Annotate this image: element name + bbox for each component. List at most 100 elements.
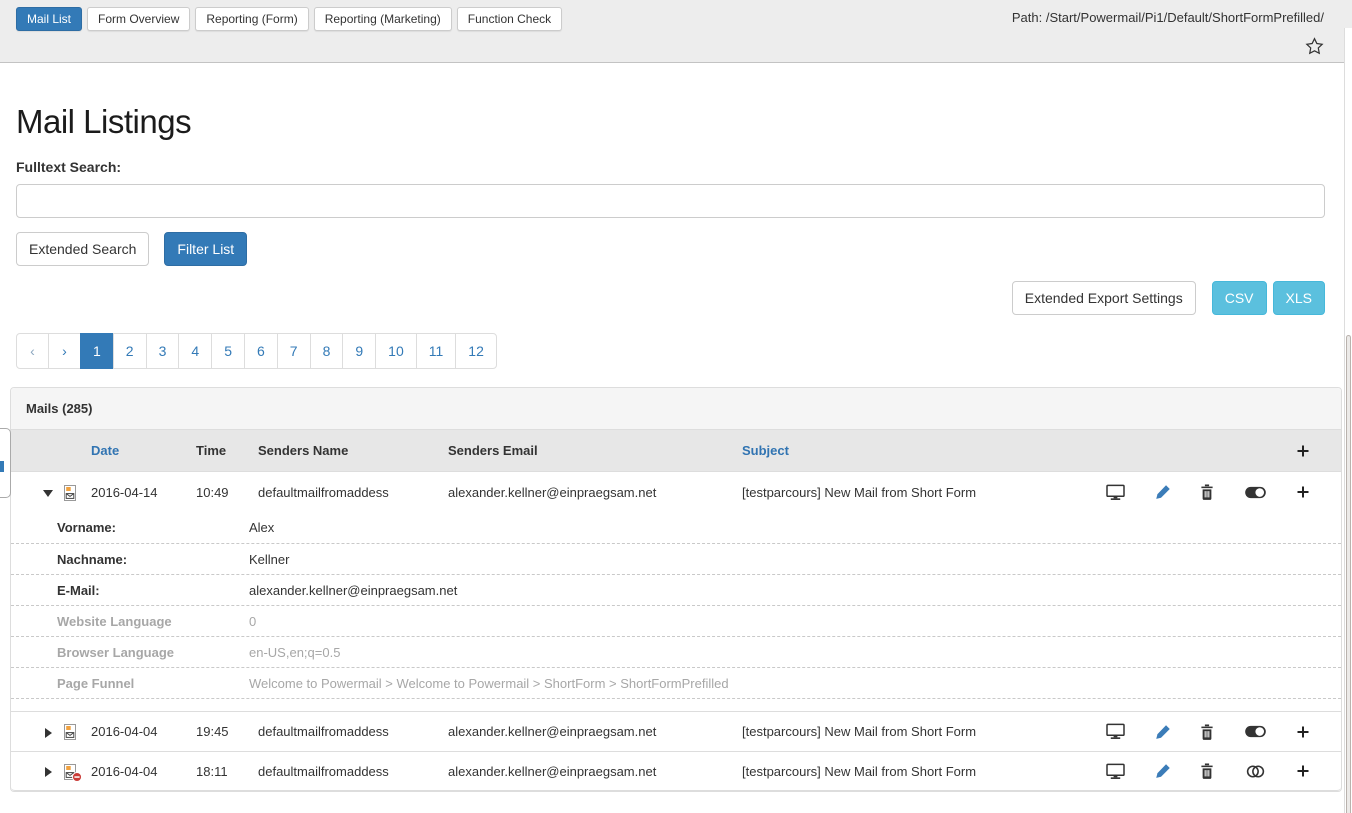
scrollbar-thumb[interactable] <box>1346 335 1351 813</box>
detail-value: Welcome to Powermail > Welcome to Powerm… <box>249 676 1326 691</box>
module-tabs: Mail List Form Overview Reporting (Form)… <box>16 7 562 31</box>
tab-mail-list[interactable]: Mail List <box>16 7 82 31</box>
pagination-page-2[interactable]: 2 <box>113 333 147 369</box>
pagination-page-6[interactable]: 6 <box>244 333 278 369</box>
visibility-toggle-off-icon[interactable] <box>1244 764 1267 779</box>
detail-row: Vorname: Alex <box>11 512 1341 543</box>
add-icon[interactable] <box>1296 725 1310 739</box>
column-header-time: Time <box>196 443 258 458</box>
table-row[interactable]: 2016-04-04 18:11 defaultmailfromaddess a… <box>11 751 1341 791</box>
visibility-toggle-on-icon[interactable] <box>1244 485 1267 500</box>
fulltext-search-label: Fulltext Search: <box>16 159 1325 175</box>
extended-export-settings-button[interactable]: Extended Export Settings <box>1012 281 1196 315</box>
preview-icon[interactable] <box>1106 723 1125 740</box>
add-icon[interactable] <box>1296 485 1310 499</box>
mail-sender-email: alexander.kellner@einpraegsam.net <box>448 764 742 779</box>
mail-details: Vorname: Alex Nachname: Kellner E-Mail: … <box>11 512 1341 699</box>
vertical-scrollbar[interactable] <box>1344 28 1352 813</box>
add-column-icon[interactable] <box>1296 443 1310 459</box>
pagination-page-12[interactable]: 12 <box>455 333 497 369</box>
mail-date: 2016-04-04 <box>91 724 196 739</box>
mail-time: 10:49 <box>196 485 258 500</box>
detail-value: alexander.kellner@einpraegsam.net <box>249 583 1326 598</box>
bookmark-star-icon[interactable] <box>1305 37 1324 55</box>
visibility-toggle-on-icon[interactable] <box>1244 724 1267 739</box>
extended-search-button[interactable]: Extended Search <box>16 232 149 266</box>
export-csv-button[interactable]: CSV <box>1212 281 1267 315</box>
mail-time: 18:11 <box>196 764 258 779</box>
detail-label: Nachname: <box>57 552 249 567</box>
mail-subject: [testparcours] New Mail from Short Form <box>742 724 1106 739</box>
delete-icon[interactable] <box>1200 484 1214 500</box>
pagination-page-3[interactable]: 3 <box>146 333 180 369</box>
tab-form-overview[interactable]: Form Overview <box>87 7 190 31</box>
pagination: ‹ › 1 2 3 4 5 6 7 8 9 10 11 12 <box>16 333 497 369</box>
detail-row: Page Funnel Welcome to Powermail > Welco… <box>11 667 1341 698</box>
column-header-date[interactable]: Date <box>91 443 196 458</box>
mails-panel-title: Mails (285) <box>11 388 1341 430</box>
column-header-subject[interactable]: Subject <box>742 443 1106 458</box>
tab-reporting-marketing[interactable]: Reporting (Marketing) <box>314 7 452 31</box>
pagination-page-1[interactable]: 1 <box>80 333 114 369</box>
hidden-badge-icon <box>72 772 82 782</box>
caret-right-icon[interactable] <box>43 764 53 779</box>
pagination-page-8[interactable]: 8 <box>310 333 344 369</box>
detail-value: en-US,en;q=0.5 <box>249 645 1326 660</box>
pagination-page-7[interactable]: 7 <box>277 333 311 369</box>
table-row[interactable]: 2016-04-14 10:49 defaultmailfromaddess a… <box>11 472 1341 512</box>
mail-record-icon[interactable] <box>62 724 78 740</box>
tab-reporting-form[interactable]: Reporting (Form) <box>195 7 308 31</box>
sidebar-collapse-handle[interactable] <box>0 428 11 498</box>
mail-subject: [testparcours] New Mail from Short Form <box>742 485 1106 500</box>
edit-icon[interactable] <box>1155 763 1171 779</box>
handle-blue-mark-icon <box>0 461 4 472</box>
delete-icon[interactable] <box>1200 724 1214 740</box>
mail-date: 2016-04-04 <box>91 764 196 779</box>
page-title: Mail Listings <box>16 103 1325 141</box>
column-header-sender-name: Senders Name <box>258 443 448 458</box>
mail-time: 19:45 <box>196 724 258 739</box>
pagination-prev[interactable]: ‹ <box>16 333 49 369</box>
pagination-page-4[interactable]: 4 <box>178 333 212 369</box>
detail-value: Kellner <box>249 552 1326 567</box>
filter-list-button[interactable]: Filter List <box>164 232 247 266</box>
fulltext-search-input[interactable] <box>16 184 1325 218</box>
detail-value: Alex <box>249 520 1326 535</box>
edit-icon[interactable] <box>1155 724 1171 740</box>
mails-panel: Mails (285) Date Time Senders Name Sende… <box>10 387 1342 792</box>
column-header-sender-email: Senders Email <box>448 443 742 458</box>
preview-icon[interactable] <box>1106 484 1125 501</box>
mail-sender-name: defaultmailfromaddess <box>258 724 448 739</box>
pagination-page-9[interactable]: 9 <box>342 333 376 369</box>
pagination-page-11[interactable]: 11 <box>416 333 457 369</box>
tab-function-check[interactable]: Function Check <box>457 7 562 31</box>
detail-row: E-Mail: alexander.kellner@einpraegsam.ne… <box>11 574 1341 605</box>
detail-row: Browser Language en-US,en;q=0.5 <box>11 636 1341 667</box>
breadcrumb-path: Path: /Start/Powermail/Pi1/Default/Short… <box>1012 7 1324 29</box>
edit-icon[interactable] <box>1155 484 1171 500</box>
pagination-page-10[interactable]: 10 <box>375 333 417 369</box>
detail-value: 0 <box>249 614 1326 629</box>
detail-label: Website Language <box>57 614 249 629</box>
mail-record-hidden-icon[interactable] <box>62 763 78 779</box>
doc-header: Mail List Form Overview Reporting (Form)… <box>0 0 1352 63</box>
mail-date: 2016-04-14 <box>91 485 196 500</box>
delete-icon[interactable] <box>1200 763 1214 779</box>
mail-subject: [testparcours] New Mail from Short Form <box>742 764 1106 779</box>
mail-record-icon[interactable] <box>62 484 78 500</box>
mail-sender-email: alexander.kellner@einpraegsam.net <box>448 724 742 739</box>
add-icon[interactable] <box>1296 764 1310 778</box>
caret-right-icon[interactable] <box>43 724 53 739</box>
mail-sender-email: alexander.kellner@einpraegsam.net <box>448 485 742 500</box>
table-row[interactable]: 2016-04-04 19:45 defaultmailfromaddess a… <box>11 711 1341 751</box>
preview-icon[interactable] <box>1106 763 1125 780</box>
pagination-page-5[interactable]: 5 <box>211 333 245 369</box>
mail-sender-name: defaultmailfromaddess <box>258 485 448 500</box>
detail-label: Vorname: <box>57 520 249 535</box>
mail-sender-name: defaultmailfromaddess <box>258 764 448 779</box>
detail-label: Page Funnel <box>57 676 249 691</box>
pagination-next[interactable]: › <box>48 333 81 369</box>
table-header-row: Date Time Senders Name Senders Email Sub… <box>11 430 1341 472</box>
caret-down-icon[interactable] <box>43 485 53 500</box>
export-xls-button[interactable]: XLS <box>1273 281 1325 315</box>
